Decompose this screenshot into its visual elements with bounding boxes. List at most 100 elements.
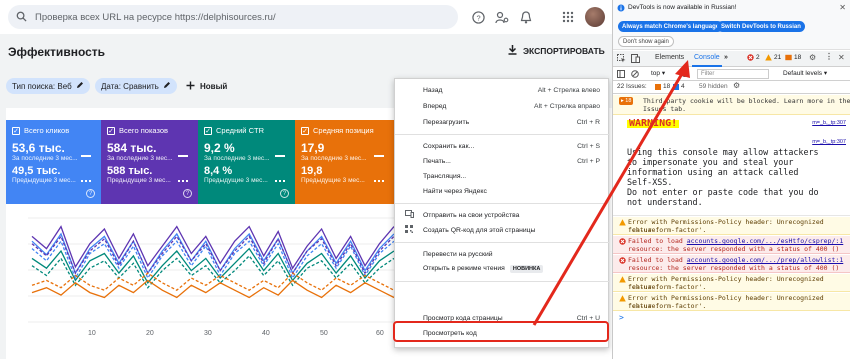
new-filter-button[interactable]: Новый	[186, 78, 227, 94]
warning-count: 21	[774, 54, 782, 61]
source-link[interactable]: m=_b,_tp:307	[812, 119, 846, 127]
dashed-line-legend	[374, 180, 384, 182]
issues-a-value: 18	[663, 83, 671, 90]
menu-item-cast[interactable]: Трансляция...	[395, 169, 610, 183]
metric-previous-value: 19,8	[301, 165, 323, 177]
warning-body-line: information using an attack called	[627, 167, 799, 177]
cookie-line: Third-party cookie will be blocked. Lear…	[643, 97, 850, 105]
checkbox-icon: ✓	[301, 126, 309, 135]
menu-label: Создать QR-код для этой страницы	[423, 226, 536, 234]
menu-label: Найти через Яндекс	[423, 187, 487, 195]
search-input[interactable]: Проверка всех URL на ресурсе https://del…	[8, 5, 458, 29]
avatar[interactable]	[585, 7, 605, 27]
help-icon[interactable]: ?	[470, 9, 486, 25]
banner-text: DevTools is now available in Russian!	[628, 4, 737, 11]
menu-item-translate[interactable]: Перевести на русский	[395, 247, 610, 261]
menu-item-reload[interactable]: Перезагрузить Ctrl + R	[395, 115, 610, 129]
search-type-chip[interactable]: Тип поиска: Веб	[6, 78, 90, 94]
more-options-icon[interactable]: ⋮	[825, 52, 833, 61]
reading-mode-label: Открыть в режиме чтения	[423, 265, 505, 272]
issues-bar[interactable]: 22 Issues: 18 4 59 hidden ⚙	[613, 81, 850, 94]
export-label: ЭКСПОРТИРОВАТЬ	[523, 46, 605, 56]
context-menu: Назад Alt + Стрелка влево Вперед Alt + Стр…	[394, 78, 610, 348]
settings-gear-icon[interactable]: ⚙	[809, 53, 816, 62]
date-chip[interactable]: Дата: Сравнить	[95, 78, 177, 94]
solid-line-legend	[81, 155, 91, 157]
tab-elements[interactable]: Elements	[655, 54, 684, 61]
tab-console[interactable]: Console	[692, 54, 722, 67]
menu-shortcut: Ctrl + P	[577, 157, 600, 165]
apps-grid-icon[interactable]	[560, 9, 576, 25]
qr-code-icon	[405, 225, 413, 235]
message-line: resource: the server responded with a st…	[628, 245, 840, 253]
search-icon	[16, 11, 27, 24]
close-devtools-icon[interactable]: ✕	[838, 53, 845, 62]
metric-title: Всего кликов	[24, 126, 70, 135]
warning-body-line: to impersonate you and steal your	[627, 157, 794, 167]
devtools-tabs: Elements Console » 2 21 18 ⚙ ⋮ ✕	[613, 51, 850, 67]
issues-label: 22 Issues:	[617, 83, 647, 90]
context-value: top	[651, 70, 661, 77]
menu-item-reading-mode[interactable]: Открыть в режиме чтения НОВИНКА	[395, 262, 610, 276]
match-language-button[interactable]: Always match Chrome's language	[618, 21, 724, 32]
plus-icon	[186, 81, 195, 92]
notifications-icon[interactable]	[518, 9, 534, 25]
manage-users-icon[interactable]	[494, 9, 510, 25]
menu-item-qr-code[interactable]: Создать QR-код для этой страницы	[395, 223, 610, 237]
dont-show-button[interactable]: Don't show again	[618, 36, 674, 47]
issue-square-icon	[655, 83, 661, 90]
menu-label: Открыть в режиме чтения НОВИНКА	[423, 265, 544, 273]
menu-shortcut: Ctrl + R	[576, 118, 600, 126]
solid-line-legend	[178, 155, 188, 157]
metric-card-ctr[interactable]: ✓ Средний CTR 9,2 % За последние 3 мес...…	[198, 120, 295, 204]
clear-console-icon[interactable]	[631, 70, 639, 80]
warning-counter[interactable]: 21	[765, 54, 781, 61]
help-icon[interactable]: ?	[86, 189, 95, 198]
warning-icon	[765, 54, 772, 61]
resource-link[interactable]: accounts.google.com/.../prep/allowlist:1	[687, 256, 844, 264]
metric-previous-value: 49,5 тыс.	[12, 165, 61, 177]
export-button[interactable]: ЭКСПОРТИРОВАТЬ	[508, 45, 605, 57]
sidebar-toggle-icon[interactable]	[617, 70, 625, 80]
solid-line-legend	[275, 155, 285, 157]
issues-settings-icon[interactable]: ⚙	[733, 81, 740, 90]
switch-language-button[interactable]: Switch DevTools to Russian	[717, 21, 805, 32]
metric-previous-value: 588 тыс.	[107, 165, 153, 177]
eye-icon[interactable]: ◉	[681, 69, 688, 78]
inspect-element-icon[interactable]	[617, 54, 626, 65]
metric-card-clicks[interactable]: ✓ Всего кликов 53,6 тыс. За последние 3 м…	[6, 120, 101, 204]
menu-item-save-as[interactable]: Сохранить как... Ctrl + S	[395, 139, 610, 153]
warning-icon	[619, 219, 626, 226]
metric-card-impressions[interactable]: ✓ Всего показов 584 тыс. За последние 3 м…	[101, 120, 198, 204]
menu-item-back[interactable]: Назад Alt + Стрелка влево	[395, 83, 610, 97]
message-line: 'ch-ua-form-factor'.	[628, 283, 707, 291]
menu-label: Перевести на русский	[423, 250, 493, 258]
menu-separator	[395, 242, 610, 243]
warning-body-line: Using this console may allow attackers	[627, 147, 819, 157]
resource-link[interactable]: accounts.google.com/.../esHtfo/csprep/:1	[687, 237, 844, 245]
console-filter-input[interactable]: Filter	[697, 69, 769, 79]
metric-title: Всего показов	[119, 126, 169, 135]
issue-badge-count: 18	[625, 98, 632, 104]
help-icon[interactable]: ?	[183, 189, 192, 198]
error-counter[interactable]: 2	[747, 54, 760, 61]
close-icon[interactable]: ✕	[839, 3, 846, 12]
menu-item-forward[interactable]: Вперед Alt + Стрелка вправо	[395, 99, 610, 113]
source-link[interactable]: m=_b,_tp:307	[812, 138, 846, 146]
metric-card-position[interactable]: ✓ Средняя позиция 17,9 За последние 3 мес…	[295, 120, 394, 204]
menu-item-send-to-devices[interactable]: Отправить на свои устройства	[395, 208, 610, 222]
message-text: Failed to load	[628, 256, 683, 264]
log-levels-dropdown[interactable]: Default levels ▾	[783, 69, 827, 77]
error-icon	[747, 54, 754, 61]
console-prompt[interactable]: >	[613, 314, 850, 326]
more-tabs-icon[interactable]: »	[724, 54, 728, 61]
device-toolbar-icon[interactable]	[631, 54, 640, 65]
menu-item-print[interactable]: Печать... Ctrl + P	[395, 154, 610, 168]
help-icon[interactable]: ?	[280, 189, 289, 198]
menu-label: Трансляция...	[423, 172, 467, 180]
info-counter[interactable]: 18	[785, 54, 801, 61]
menu-item-search-yandex[interactable]: Найти через Яндекс	[395, 184, 610, 198]
context-select[interactable]: top ▾	[651, 69, 665, 77]
metric-current-value: 584 тыс.	[107, 141, 157, 155]
warning-icon	[619, 295, 626, 302]
